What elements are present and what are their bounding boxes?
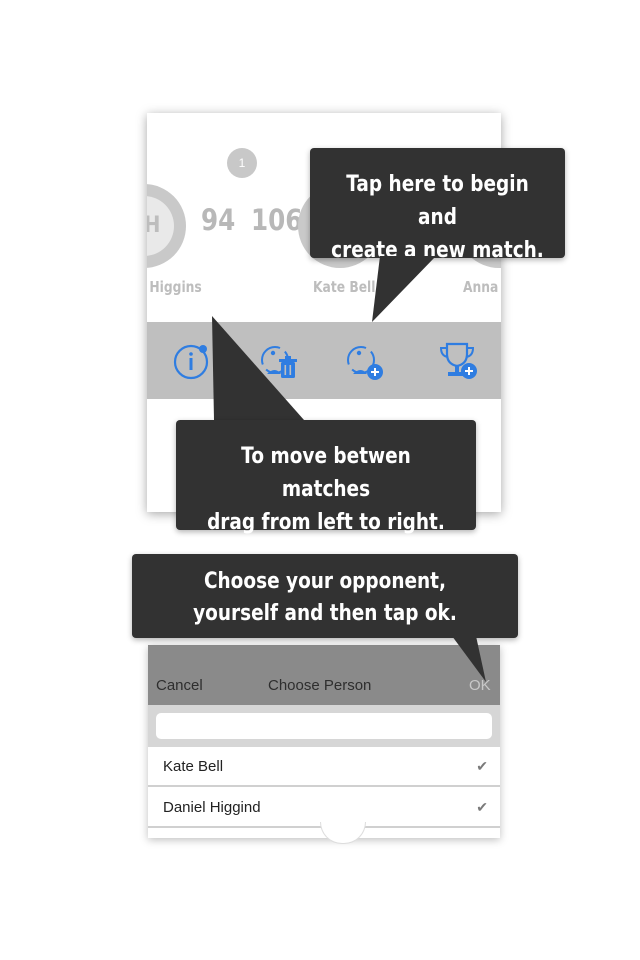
- person-name: Kate Bell: [163, 758, 224, 775]
- cancel-button[interactable]: Cancel: [156, 677, 203, 694]
- tooltip-choose-text: Choose your opponent, yourself and then …: [193, 569, 457, 626]
- tooltip-new-match-text: Tap here to begin and create a new match…: [331, 172, 544, 263]
- person-row-kate[interactable]: Kate Bell ✔: [148, 747, 500, 787]
- player-name-kate: Kate Bell: [313, 278, 376, 296]
- checkmark-icon: ✔: [476, 758, 488, 774]
- sheet-title: Choose Person: [268, 677, 372, 694]
- tooltip-choose-person: Choose your opponent, yourself and then …: [132, 554, 518, 638]
- player-name-daniel: Daniel Higgins: [147, 278, 202, 296]
- player-name-anna: Anna Haro: [463, 278, 501, 296]
- info-icon[interactable]: [171, 340, 213, 382]
- tooltip-move-matches: To move betwen matches drag from left to…: [176, 420, 476, 535]
- checkmark-icon: ✔: [476, 799, 488, 815]
- round-badge: 1: [227, 148, 257, 178]
- search-bar: [148, 705, 500, 747]
- tooltip-new-match-pointer: [372, 256, 436, 322]
- sheet-header: Cancel Choose Person OK: [148, 645, 500, 705]
- avatar-initials: DH: [147, 196, 174, 256]
- player-score-left: 94: [201, 203, 236, 237]
- search-input[interactable]: [156, 713, 492, 739]
- tooltip-move-text: To move betwen matches drag from left to…: [207, 444, 445, 535]
- player-score-right: 106: [251, 203, 303, 237]
- new-tournament-icon[interactable]: [437, 340, 479, 382]
- choose-person-sheet: Cancel Choose Person OK Kate Bell ✔ Dani…: [148, 645, 500, 838]
- match-toolbar: [147, 322, 501, 399]
- tooltip-choose-pointer: [452, 636, 486, 682]
- tooltip-new-match: Tap here to begin and create a new match…: [310, 148, 565, 263]
- new-match-icon[interactable]: [343, 340, 385, 382]
- player-avatar-daniel[interactable]: DH: [147, 184, 186, 268]
- underlying-avatar-edge: [320, 822, 366, 844]
- tooltip-move-pointer: [212, 316, 304, 420]
- person-name: Daniel Higgind: [163, 799, 261, 816]
